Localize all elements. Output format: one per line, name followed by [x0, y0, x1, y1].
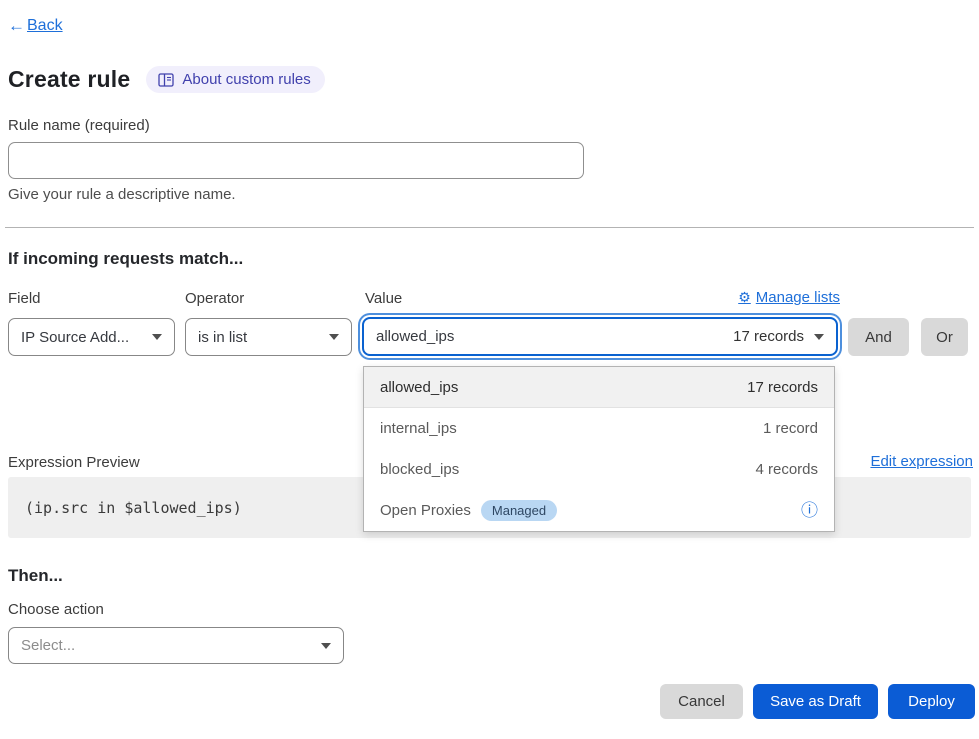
action-select-placeholder: Select... [21, 637, 75, 654]
list-item-name: internal_ips [380, 420, 457, 437]
or-button[interactable]: Or [921, 318, 968, 356]
list-item-name: allowed_ips [380, 379, 458, 396]
choose-action-label: Choose action [8, 601, 104, 618]
cancel-button[interactable]: Cancel [660, 684, 743, 719]
field-label: Field [8, 290, 41, 307]
action-select[interactable]: Select... [8, 627, 344, 664]
save-as-draft-button[interactable]: Save as Draft [753, 684, 878, 719]
managed-badge: Managed [481, 500, 557, 521]
info-icon[interactable]: ⓘ [801, 502, 818, 519]
match-section-heading: If incoming requests match... [8, 249, 243, 269]
field-select[interactable]: IP Source Add... [8, 318, 175, 356]
chevron-down-icon [152, 334, 162, 340]
manage-lists-label: Manage lists [756, 289, 840, 306]
manage-lists-link[interactable]: ⚙ Manage lists [738, 289, 840, 306]
rule-name-label: Rule name (required) [8, 117, 150, 134]
field-select-value: IP Source Add... [21, 329, 129, 346]
value-label: Value [365, 290, 402, 307]
chevron-down-icon [329, 334, 339, 340]
back-arrow-icon: ← [8, 16, 25, 36]
operator-select[interactable]: is in list [185, 318, 352, 356]
deploy-button[interactable]: Deploy [888, 684, 975, 719]
edit-expression-label: Edit expression [870, 453, 973, 470]
list-item-blocked-ips[interactable]: blocked_ips 4 records [364, 449, 834, 490]
list-item-count: 4 records [755, 461, 818, 478]
value-select[interactable]: allowed_ips 17 records [362, 317, 838, 356]
gear-icon: ⚙ [738, 289, 751, 306]
and-button[interactable]: And [848, 318, 909, 356]
list-item-allowed-ips[interactable]: allowed_ips 17 records [364, 367, 834, 408]
title-row: Create rule About custom rules [8, 66, 325, 93]
edit-expression-link[interactable]: Edit expression [870, 453, 973, 470]
chevron-down-icon [814, 334, 824, 340]
value-select-record-count: 17 records [733, 328, 804, 345]
then-section-heading: Then... [8, 566, 63, 586]
about-custom-rules-link[interactable]: About custom rules [146, 66, 324, 93]
back-link-label: Back [27, 17, 63, 35]
page-title: Create rule [8, 66, 130, 93]
list-item-open-proxies[interactable]: Open Proxies Managed ⓘ [364, 490, 834, 531]
list-item-name: blocked_ips [380, 461, 459, 478]
section-divider [5, 227, 974, 228]
list-item-count: 17 records [747, 379, 818, 396]
list-item-internal-ips[interactable]: internal_ips 1 record [364, 408, 834, 449]
list-dropdown-menu: allowed_ips 17 records internal_ips 1 re… [363, 366, 835, 532]
expression-code: (ip.src in $allowed_ips) [25, 499, 242, 517]
operator-select-value: is in list [198, 329, 247, 346]
list-item-name: Open Proxies [380, 502, 471, 519]
expression-preview-label: Expression Preview [8, 454, 140, 471]
book-icon [158, 73, 174, 87]
list-item-count: 1 record [763, 420, 818, 437]
value-select-value: allowed_ips [376, 328, 454, 345]
about-custom-rules-label: About custom rules [182, 71, 310, 88]
chevron-down-icon [321, 643, 331, 649]
operator-label: Operator [185, 290, 244, 307]
rule-name-helper: Give your rule a descriptive name. [8, 186, 236, 203]
back-link[interactable]: ←Back [8, 16, 63, 36]
rule-name-input[interactable] [8, 142, 584, 179]
